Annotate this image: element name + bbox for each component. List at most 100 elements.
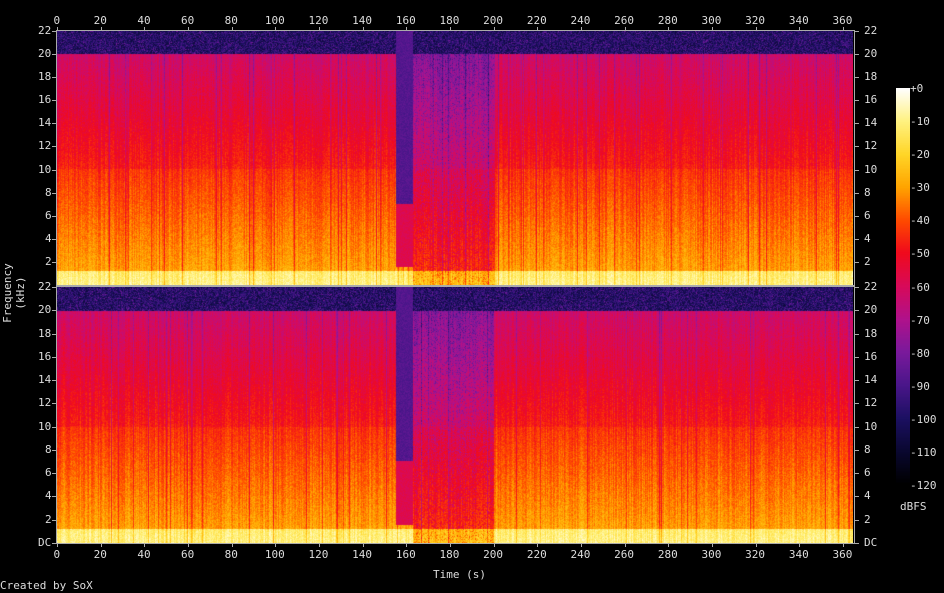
y-tick (855, 543, 859, 544)
x-tick-label-top: 40 (137, 14, 151, 27)
y-tick (52, 543, 56, 544)
y-tick (855, 238, 859, 240)
spectrogram-channel-1 (57, 31, 853, 285)
y-tick-label-right: 2 (864, 512, 871, 526)
spectrogram-channel-2 (57, 287, 853, 543)
x-tick (362, 544, 364, 547)
y-tick-label-left: 4 (45, 489, 52, 503)
x-tick-label-top: 360 (832, 14, 853, 27)
y-tick-label-left: 4 (45, 231, 52, 245)
x-tick-label-top: 80 (224, 14, 238, 27)
y-tick (855, 192, 859, 194)
x-tick (843, 544, 844, 547)
y-tick (855, 100, 859, 102)
x-tick-label-bottom: 280 (657, 548, 678, 561)
x-tick (406, 544, 408, 547)
y-tick-label-left: 10 (38, 419, 52, 433)
x-tick-label-top: 220 (526, 14, 547, 27)
y-tick (52, 356, 56, 358)
colorbar-tick-label: -30 (910, 181, 930, 195)
y-tick-label-left: 12 (38, 139, 52, 153)
y-tick (855, 146, 859, 148)
x-tick (668, 544, 670, 547)
y-tick (52, 54, 56, 56)
x-tick-label-bottom: 0 (53, 548, 61, 561)
x-tick (100, 27, 102, 30)
y-tick (855, 54, 859, 56)
y-tick-label-right: 6 (864, 466, 871, 480)
x-tick (188, 27, 189, 30)
x-tick (57, 544, 58, 547)
x-tick-label-top: 320 (745, 14, 766, 27)
y-tick-label-right: 20 (864, 47, 878, 61)
x-tick-label-bottom: 60 (181, 548, 195, 561)
y-tick-label-left: 22 (38, 24, 52, 37)
x-tick (581, 544, 582, 547)
x-tick (755, 27, 757, 30)
y-tick (855, 77, 859, 79)
x-tick (493, 27, 495, 30)
y-tick-label-left: 6 (45, 466, 52, 480)
y-tick-label-left: 16 (38, 93, 52, 107)
x-tick-label-bottom: 160 (395, 548, 416, 561)
colorbar-tick-label: -80 (910, 346, 930, 360)
y-tick (855, 31, 859, 32)
x-tick-label-bottom: 120 (308, 548, 329, 561)
y-tick (52, 123, 56, 125)
y-tick-label-left: 12 (38, 396, 52, 410)
y-tick (52, 169, 56, 171)
y-tick (855, 519, 859, 521)
x-tick-label-bottom: 360 (832, 548, 853, 561)
x-axis-label: Time (s) (433, 568, 486, 581)
y-tick (855, 261, 859, 263)
colorbar-tick-label: -120 (910, 479, 937, 492)
y-tick-label-right: 18 (864, 70, 878, 84)
x-tick-label-bottom: 340 (788, 548, 809, 561)
x-tick (275, 544, 277, 547)
y-tick-label-left: 10 (38, 162, 52, 176)
y-tick (855, 496, 859, 498)
x-tick (712, 27, 713, 30)
y-tick (52, 238, 56, 240)
y-tick-label-left: 2 (45, 512, 52, 526)
y-tick-label-left: 8 (45, 185, 52, 199)
x-tick (231, 27, 233, 30)
y-tick-label-right: 18 (864, 326, 878, 340)
x-tick-label-top: 340 (788, 14, 809, 27)
y-tick (855, 380, 859, 382)
y-tick-label-left: 20 (38, 303, 52, 317)
y-tick-label-left: 14 (38, 116, 52, 130)
x-tick-label-bottom: 260 (614, 548, 635, 561)
y-tick (855, 333, 859, 335)
y-tick-label-right: 8 (864, 442, 871, 456)
x-tick (362, 27, 364, 30)
x-tick-label-bottom: 220 (526, 548, 547, 561)
y-tick (52, 473, 56, 475)
y-tick (855, 123, 859, 125)
y-tick (855, 449, 859, 451)
y-tick (855, 287, 859, 288)
x-tick-label-bottom: 300 (701, 548, 722, 561)
y-tick-label-right: 10 (864, 419, 878, 433)
y-tick-label-left: 18 (38, 70, 52, 84)
y-tick-label-right: 16 (864, 93, 878, 107)
x-tick-label-bottom: 200 (483, 548, 504, 561)
x-tick-label-top: 160 (395, 14, 416, 27)
y-tick-label-right: 14 (864, 373, 878, 387)
y-tick-label-right: 4 (864, 489, 871, 503)
x-tick-label-bottom: 180 (439, 548, 460, 561)
x-tick-label-top: 120 (308, 14, 329, 27)
colorbar-tick-label: -70 (910, 313, 930, 327)
x-tick (275, 27, 277, 30)
y-tick-label-right: 20 (864, 303, 878, 317)
x-tick (319, 544, 320, 547)
sox-credit: Created by SoX (0, 579, 93, 592)
colorbar-tick-label: -100 (910, 412, 937, 426)
y-tick (52, 192, 56, 194)
x-tick (100, 544, 102, 547)
x-tick (581, 27, 582, 30)
x-tick-label-top: 60 (181, 14, 195, 27)
y-tick (52, 333, 56, 335)
x-tick-label-bottom: 100 (264, 548, 285, 561)
x-tick-label-bottom: 40 (137, 548, 151, 561)
